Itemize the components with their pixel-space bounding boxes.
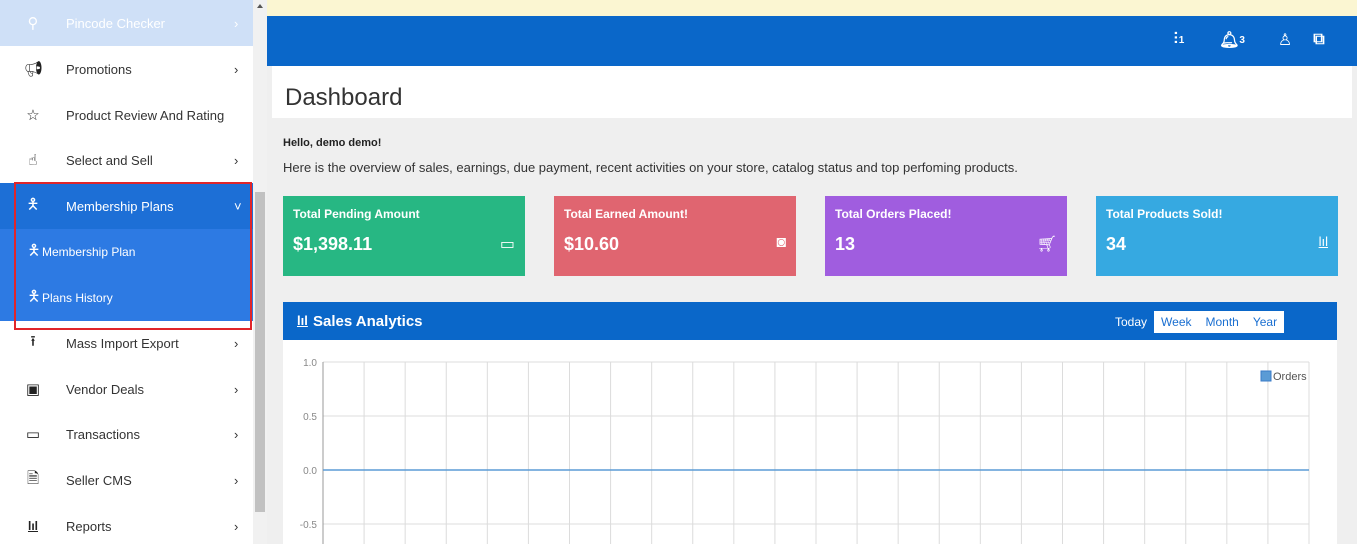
sales-chart: 1.0 0.5 0.0 -0.5 Orders [300,358,1310,544]
y-tick-label: 0.5 [303,412,317,423]
sidebar-item-label: Plans History [42,291,113,305]
money-icon: ◙ [776,234,786,251]
y-tick-label: 0.0 [303,466,317,477]
sidebar-item-label: Membership Plans [66,198,174,214]
tab-week[interactable]: Week [1154,311,1198,333]
page-title: Dashboard [285,84,403,111]
sidebar-scrollbar[interactable] [253,0,267,544]
chevron-right-icon: › [234,335,239,351]
person-icon: 🯅 [26,195,40,213]
sidebar-item-label: Vendor Deals [66,381,145,397]
sidebar-item-label: Transactions [66,426,140,442]
bell-icon[interactable]: 🔔︎ 3 [1219,28,1245,52]
card-title: Total Earned Amount! [564,207,688,221]
sidebar-item-label: Mass Import Export [66,335,179,351]
external-link-icon[interactable]: ⧉ [1307,28,1331,52]
money-icon: ▭ [25,426,41,443]
sidebar-item-mass-import-export[interactable]: ⭱ Mass Import Export › [0,320,253,366]
card-value: $1,398.11 [293,234,373,254]
sidebar-item-pincode-checker[interactable]: ⚲ Pincode Checker › [0,0,253,46]
greeting-text: Hello, demo demo! [283,137,382,149]
sidebar-item-seller-cms[interactable]: 🗎 Seller CMS › [0,457,253,503]
legend-swatch [1260,370,1272,382]
sidebar-item-membership-plans[interactable]: 🯅 Membership Plans ˅ [0,183,253,229]
sidebar-item-label: Pincode Checker [66,15,165,31]
user-icon[interactable]: ♙ [1273,28,1297,52]
chevron-right-icon: › [234,15,239,31]
chevron-down-icon: ˅ [234,198,242,214]
sidebar-item-transactions[interactable]: ▭ Transactions › [0,411,253,457]
person-icon: 🯅 [27,241,41,259]
bar-chart-icon: lıl [1318,234,1328,249]
sidebar-subitem-membership-plan[interactable]: 🯅 Membership Plan [0,229,253,275]
panel-title: Sales Analytics [313,313,423,330]
sidebar-subitem-plans-history[interactable]: 🯅 Plans History [0,275,253,321]
card-value: 34 [1106,234,1127,254]
sidebar-item-label: Seller CMS [66,472,132,488]
cart-icon: 🛒︎ [1036,236,1057,253]
megaphone-icon: 📢︎ [24,61,44,78]
credit-card-icon: ▭ [499,236,515,253]
tab-year[interactable]: Year [1246,311,1284,333]
chevron-right-icon: › [234,152,239,168]
tab-month[interactable]: Month [1199,311,1246,333]
card-earned-amount[interactable]: Total Earned Amount! $10.60 ◙ [554,196,796,276]
upload-icon: ⭱ [30,332,36,350]
tab-today[interactable]: Today [1108,311,1155,333]
y-tick-label: 1.0 [303,358,317,369]
card-value: 13 [835,234,856,254]
notice-strip [267,0,1357,16]
card-value: $10.60 [564,234,620,254]
y-tick-label: -0.5 [300,520,318,531]
sidebar-item-label: Reports [66,518,112,534]
sidebar-item-label: Product Review And Rating [66,107,225,123]
bar-chart-icon: lıl [27,519,38,533]
map-marker-icon: ⚲ [27,15,39,32]
card-title: Total Pending Amount [293,207,420,221]
card-orders-placed[interactable]: Total Orders Placed! 13 🛒︎ [825,196,1067,276]
sidebar: ⚲ Pincode Checker › 📢︎ Promotions › ☆ Pr… [0,0,253,544]
chevron-right-icon: › [234,61,239,77]
sidebar-item-select-and-sell[interactable]: ☝︎ Select and Sell › [0,137,253,183]
range-tabs: Today Week Month Year [1108,311,1285,333]
chevron-right-icon: › [234,381,239,397]
legend-label: Orders [1273,371,1307,383]
document-icon: 🗎 [26,469,40,487]
card-products-sold[interactable]: Total Products Sold! 34 lıl [1096,196,1338,276]
scroll-up-arrow-icon[interactable] [257,4,263,8]
main-content: ⫶ 1 🔔︎ 3 ♙ ⧉ Dashboard Hello, demo demo! H… [267,0,1357,544]
bar-chart-icon: lıl [297,313,308,328]
overview-text: Here is the overview of sales, earnings,… [283,160,1018,175]
chevron-right-icon: › [234,472,239,488]
sidebar-item-label: Promotions [66,61,132,77]
badge: 3 [1239,34,1245,46]
sidebar-item-vendor-deals[interactable]: ▣ Vendor Deals › [0,366,253,412]
person-icon: 🯅 [27,287,41,305]
card-title: Total Products Sold! [1106,207,1223,221]
panel-header: lıl Sales Analytics Today Week Month Yea… [283,302,1337,340]
sidebar-item-promotions[interactable]: 📢︎ Promotions › [0,46,253,92]
top-bar: ⫶ 1 🔔︎ 3 ♙ ⧉ [267,16,1357,66]
sidebar-item-product-review[interactable]: ☆ Product Review And Rating [0,92,253,138]
gift-icon: ▣ [25,381,41,398]
settings-sliders-icon[interactable]: ⫶ 1 [1167,28,1191,52]
app-root: ⚲ Pincode Checker › 📢︎ Promotions › ☆ Pr… [0,0,1357,544]
sidebar-item-label: Membership Plan [42,245,136,259]
star-icon: ☆ [26,107,40,124]
card-title: Total Orders Placed! [835,207,952,221]
chevron-right-icon: › [234,426,239,442]
sidebar-item-label: Select and Sell [66,152,153,168]
title-bar: Dashboard [272,66,1352,118]
chevron-right-icon: › [234,518,239,534]
scrollbar-thumb[interactable] [255,192,265,512]
hand-pointer-icon: ☝︎ [28,152,38,169]
badge: 1 [1178,34,1185,46]
sidebar-item-reports[interactable]: lıl Reports › [0,503,253,544]
card-pending-amount[interactable]: Total Pending Amount $1,398.11 ▭ [283,196,525,276]
sales-analytics-panel: lıl Sales Analytics Today Week Month Yea… [283,302,1337,544]
